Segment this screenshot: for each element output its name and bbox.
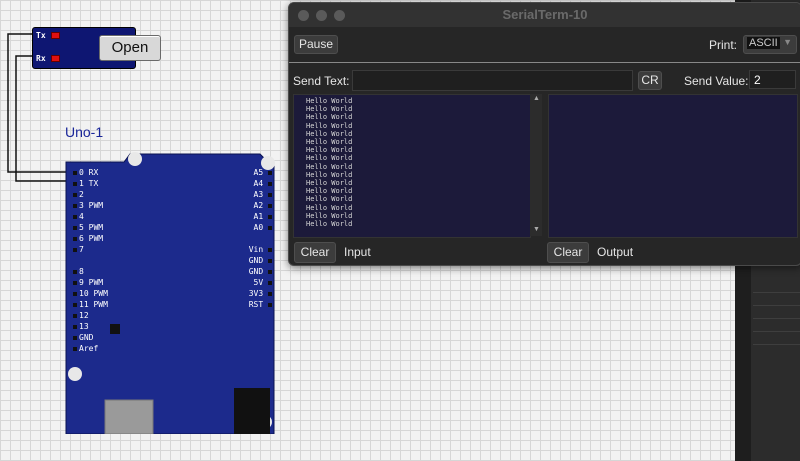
input-label: Input [344,245,371,259]
terminal-line: Hello World [306,97,353,105]
input-scrollbar[interactable]: ▲ ▼ [530,94,542,236]
pin-vin[interactable]: Vin [249,245,274,255]
output-clear-button[interactable]: Clear [547,242,589,263]
pin-5v[interactable]: 5V [254,278,274,288]
pin-a5[interactable]: A5 [254,168,274,178]
pin-rst[interactable]: RST [249,300,274,310]
pin-3[interactable]: 3 PWM [73,201,103,211]
print-format-select[interactable]: ASCII ▼ [743,35,797,54]
pin-gnd-1[interactable]: GND [249,256,274,266]
terminal-line: Hello World [306,154,353,163]
pin-a3[interactable]: A3 [254,190,274,200]
cr-button[interactable]: CR [638,71,662,90]
tx-label: Tx [36,31,46,40]
pin-9[interactable]: 9 PWM [73,278,103,288]
serial-port-component[interactable]: Tx Rx Open [32,27,161,69]
input-clear-button[interactable]: Clear [294,242,336,263]
pin-gnd-2[interactable]: GND [249,267,274,277]
titlebar[interactable]: SerialTerm-10 [289,3,800,27]
pin-a0[interactable]: A0 [254,223,274,233]
terminal-line: Hello World [306,187,353,196]
terminal-line: Hello World [306,220,353,229]
pin-7[interactable]: 7 [73,245,84,255]
pin-10[interactable]: 10 PWM [73,289,108,299]
pin-6[interactable]: 6 PWM [73,234,103,244]
terminal-line: Hello World [306,121,353,130]
pin-2[interactable]: 2 [73,190,84,200]
pin-3v3[interactable]: 3V3 [249,289,274,299]
rx-led-icon [51,55,60,62]
pin-a2[interactable]: A2 [254,201,274,211]
pin-1[interactable]: 1 TX [73,179,98,189]
serialterm-window: SerialTerm-10 Pause Print: ASCII ▼ Send … [288,2,800,266]
send-text-label: Send Text: [293,74,350,88]
pause-button[interactable]: Pause [294,35,338,54]
pin-12[interactable]: 12 [73,311,89,321]
tx-led-icon [51,32,60,39]
open-button[interactable]: Open [99,35,161,61]
terminal-line: Hello World [306,113,353,122]
pin-a1[interactable]: A1 [254,212,274,222]
terminal-line: Hello World [306,211,353,220]
terminal-line: Hello World [306,203,353,212]
terminal-line: Hello World [306,105,353,114]
send-value-label: Send Value: [684,74,749,88]
terminal-line: Hello World [306,162,353,171]
board-name-label: Uno-1 [65,124,104,140]
window-title: SerialTerm-10 [502,7,588,22]
pin-11[interactable]: 11 PWM [73,300,108,310]
terminal-line: Hello World [306,195,353,204]
terminal-line: Hello World [306,138,353,147]
print-label: Print: [709,38,738,52]
pin-5[interactable]: 5 PWM [73,223,103,233]
pin-8[interactable]: 8 [73,267,84,277]
input-terminal[interactable]: Hello World Hello World Hello World Hello W… [293,94,531,238]
pin-4[interactable]: 4 [73,212,84,222]
rx-label: Rx [36,54,46,63]
terminal-line: Hello World [306,170,353,179]
separator [289,62,800,63]
pin-a4[interactable]: A4 [254,179,274,189]
input-text-area: Hello World Hello World Hello World Hello W… [306,97,352,228]
send-value-input[interactable]: 2 [749,70,796,89]
pin-gnd[interactable]: GND [73,333,93,343]
pin-aref[interactable]: Aref [73,344,98,354]
pin-13[interactable]: 13 [73,322,89,332]
chevron-down-icon: ▼ [783,37,792,47]
scroll-up-icon[interactable]: ▲ [533,95,540,102]
pin-0[interactable]: 0 RX [73,168,98,178]
output-terminal[interactable] [548,94,798,238]
terminal-line: Hello World [306,179,353,188]
arduino-uno-board[interactable]: 0 RX 1 TX 2 3 PWM 4 5 PWM 6 PWM 7 8 9 PW… [60,152,286,434]
terminal-line: Hello World [306,146,353,155]
terminal-line: Hello World [306,129,353,138]
print-format-value: ASCII [747,37,780,49]
send-text-input[interactable] [352,70,633,91]
output-label: Output [597,245,634,259]
scroll-down-icon[interactable]: ▼ [533,226,540,233]
